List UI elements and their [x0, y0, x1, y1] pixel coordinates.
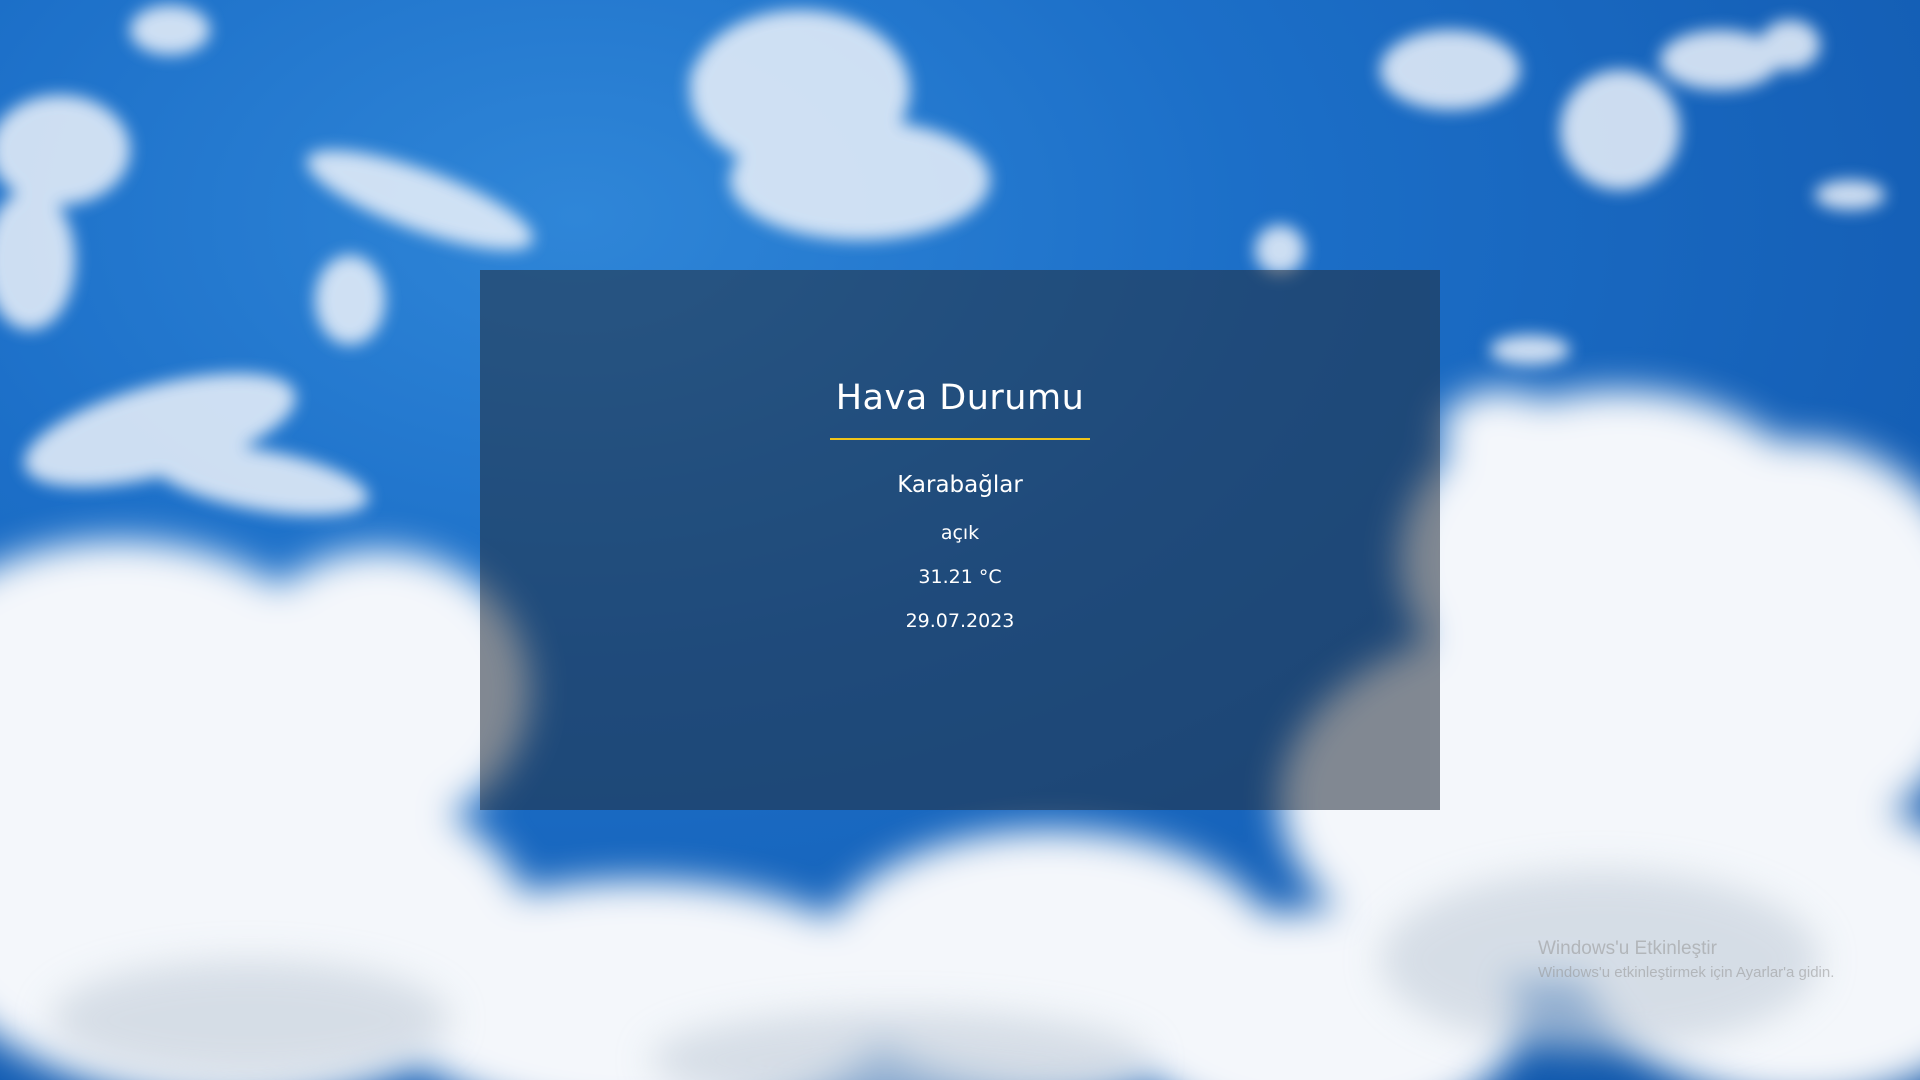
- temperature: 31.21 °C: [918, 566, 1002, 588]
- windows-activation-watermark: Windows'u Etkinleştir Windows'u etkinleş…: [1538, 938, 1834, 981]
- weather-description: açık: [940, 522, 980, 544]
- card-title: Hava Durumu: [835, 378, 1085, 418]
- weather-card: Hava Durumu Karabağlar açık 31.21 °C 29.…: [480, 270, 1440, 810]
- title-underline: [830, 438, 1090, 440]
- watermark-title: Windows'u Etkinleştir: [1538, 938, 1717, 959]
- watermark-subtitle: Windows'u etkinleştirmek için Ayarlar'a …: [1538, 964, 1835, 981]
- date: 29.07.2023: [905, 610, 1015, 632]
- city-name: Karabağlar: [897, 472, 1023, 498]
